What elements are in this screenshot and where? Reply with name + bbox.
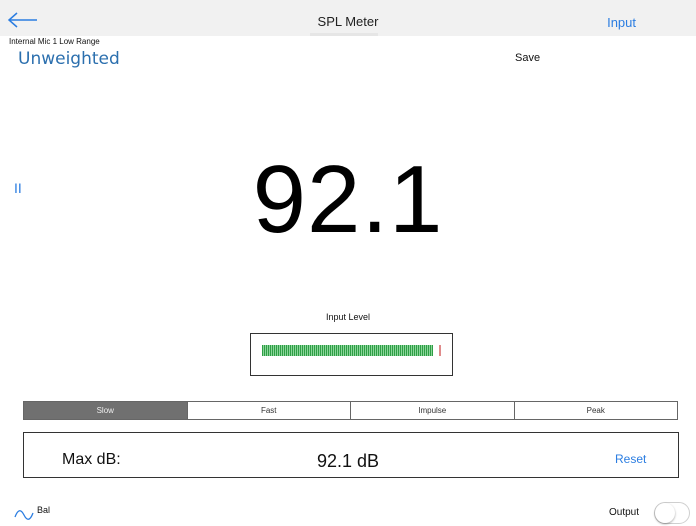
sine-wave-icon[interactable]: [14, 509, 34, 521]
save-button[interactable]: Save: [515, 52, 540, 64]
max-db-panel: Max dB: 92.1 dB Reset: [23, 432, 679, 478]
bal-label: Bal: [37, 505, 51, 515]
navigation-bar: SPL Meter Input: [0, 0, 696, 36]
max-db-label: Max dB:: [62, 451, 121, 468]
segment-peak[interactable]: Peak: [513, 402, 677, 419]
input-level-meter: [250, 333, 453, 376]
segment-fast[interactable]: Fast: [186, 402, 350, 419]
output-toggle[interactable]: [654, 502, 690, 524]
level-bar-track: [262, 345, 442, 356]
input-button[interactable]: Input: [607, 15, 636, 30]
input-source-label: Internal Mic 1 Low Range: [9, 37, 100, 46]
response-mode-selector: Slow Fast Impulse Peak: [23, 401, 678, 420]
reset-button[interactable]: Reset: [615, 452, 646, 466]
weighting-button[interactable]: Unweighted: [18, 49, 120, 69]
spl-reading: 92.1: [252, 146, 444, 253]
max-db-value: 92.1 dB: [317, 451, 380, 471]
page-title: SPL Meter: [317, 14, 379, 29]
toggle-knob: [655, 503, 675, 523]
input-level-label: Input Level: [325, 312, 371, 322]
level-bar-fill: [262, 345, 433, 356]
level-peak-marker: [439, 345, 441, 356]
title-underline: [310, 33, 378, 36]
output-label: Output: [609, 507, 640, 518]
segment-impulse[interactable]: Impulse: [350, 402, 514, 419]
segment-slow[interactable]: Slow: [24, 402, 187, 419]
